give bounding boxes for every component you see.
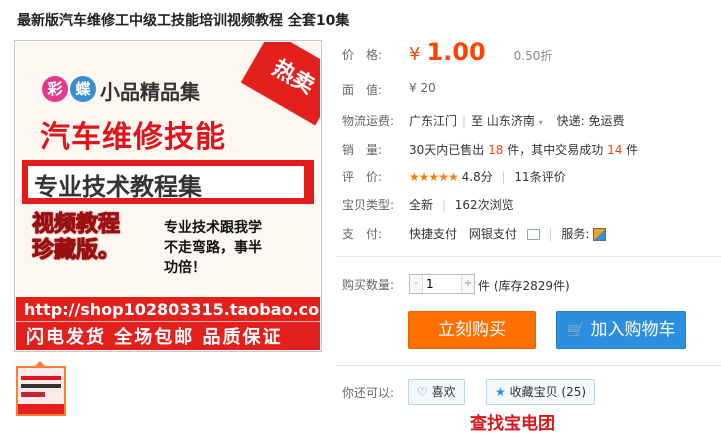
poster-shop-url: http://shop102803315.taobao.com bbox=[24, 300, 320, 319]
price-label: 价 格: bbox=[342, 48, 383, 62]
shipping-fee: 快递: 免运费 bbox=[556, 114, 625, 128]
divider bbox=[336, 365, 721, 366]
separator: | bbox=[548, 227, 553, 241]
quantity-input[interactable] bbox=[424, 275, 464, 293]
currency-symbol: ¥ bbox=[409, 44, 421, 65]
review-count-link[interactable]: 11条评价 bbox=[514, 170, 565, 184]
face-value: ¥ 20 bbox=[409, 81, 436, 95]
shipping-label: 物流运费: bbox=[342, 114, 395, 128]
separator: | bbox=[501, 170, 506, 184]
poster-slogan-1: 专业技术跟我学 bbox=[164, 220, 262, 236]
poster-slogan: 专业技术跟我学 不走弯路，事半 功倍！ bbox=[164, 218, 262, 278]
poster-promises: 闪电发货 全场包邮 品质保证 bbox=[26, 327, 283, 348]
service-label: 服务: bbox=[561, 227, 590, 241]
heart-icon: ♡ bbox=[417, 385, 428, 399]
shipping-from: 广东江门 bbox=[409, 114, 458, 128]
success-count: 14 bbox=[607, 143, 623, 157]
decrement-button[interactable]: - bbox=[410, 275, 423, 293]
shipping-row: 广东江门 | 至 山东济南 ▾ 快递: 免运费 bbox=[409, 112, 624, 129]
thumbnail-line-2 bbox=[21, 384, 61, 388]
type-label: 宝贝类型: bbox=[342, 198, 395, 212]
shipping-destination-select[interactable]: 山东济南 ▾ bbox=[487, 114, 543, 128]
poster-slogan-3: 功倍！ bbox=[164, 260, 206, 276]
favorite-button[interactable]: ★ 收藏宝贝 (25) bbox=[486, 379, 596, 405]
item-condition: 全新 bbox=[409, 198, 434, 212]
thumbnail-image[interactable] bbox=[16, 366, 66, 416]
extras-label: 你还可以: bbox=[342, 386, 395, 400]
payment-row: 快捷支付 网银支付 | 服务: bbox=[409, 225, 607, 242]
rating-stars-icon: ★★★★★ bbox=[409, 170, 459, 184]
quantity-label: 购买数量: bbox=[342, 278, 395, 292]
star-icon: ★ bbox=[495, 385, 506, 399]
poster-divider bbox=[16, 321, 320, 322]
credit-card-icon bbox=[526, 229, 540, 240]
rating-row: ★★★★★ 4.8分 | 11条评价 bbox=[409, 168, 566, 185]
poster-video-line-2: 珍藏版。 bbox=[31, 238, 121, 264]
poster-badge-1: 彩 bbox=[42, 76, 68, 102]
face-value-label: 面 值: bbox=[342, 83, 383, 97]
chevron-down-icon: ▾ bbox=[538, 118, 543, 127]
product-title: 最新版汽车维修工中级工技能培训视频教程 全套10集 bbox=[17, 13, 350, 29]
sales-row: 30天内已售出 18 件，其中交易成功 14 件 bbox=[409, 141, 638, 158]
poster-main-heading: 汽车维修技能 bbox=[40, 120, 226, 155]
payment-method-1: 快捷支付 bbox=[409, 227, 458, 241]
cart-icon: 🛒 bbox=[566, 321, 586, 339]
quantity-stepper: - + bbox=[409, 274, 475, 294]
sales-unit: 件 bbox=[626, 143, 639, 157]
cut-off-text: 查找宝电团 bbox=[470, 414, 555, 434]
rating-score: 4.8分 bbox=[461, 170, 493, 184]
add-to-cart-label: 加入购物车 bbox=[590, 320, 676, 340]
stock-text: 件 (库存2829件) bbox=[478, 279, 570, 293]
thumbnail-line-1 bbox=[21, 376, 61, 380]
add-to-cart-button[interactable]: 🛒 加入购物车 bbox=[556, 311, 686, 349]
service-icon[interactable] bbox=[593, 228, 607, 241]
poster-video-label: 视频教程 珍藏版。 bbox=[31, 212, 121, 264]
poster-slogan-2: 不走弯路，事半 bbox=[164, 240, 262, 256]
divider bbox=[336, 256, 721, 257]
view-count: 162次浏览 bbox=[454, 198, 514, 212]
separator: | bbox=[441, 198, 446, 212]
rating-label: 评 价: bbox=[342, 170, 383, 184]
sales-count: 18 bbox=[488, 143, 504, 157]
poster-video-line-1: 视频教程 bbox=[31, 212, 121, 238]
poster-badge-2: 蝶 bbox=[70, 76, 96, 102]
price-value-row: ¥1.00 0.50折 bbox=[409, 38, 552, 66]
sales-mid: 件，其中交易成功 bbox=[507, 143, 604, 157]
like-label: 喜欢 bbox=[431, 385, 456, 399]
poster-series: 小品精品集 bbox=[100, 80, 200, 104]
shipping-to-label: 至 bbox=[471, 114, 484, 128]
thumbnail-line-3 bbox=[21, 392, 45, 397]
sales-pre: 30天内已售出 bbox=[409, 143, 485, 157]
payment-label: 支 付: bbox=[342, 227, 383, 241]
like-button[interactable]: ♡ 喜欢 bbox=[408, 379, 465, 405]
discount-text: 0.50折 bbox=[513, 49, 553, 63]
payment-method-2: 网银支付 bbox=[468, 227, 517, 241]
shipping-to: 山东济南 bbox=[486, 114, 535, 128]
thumbnail-lower bbox=[18, 404, 64, 414]
favorite-label: 收藏宝贝 (25) bbox=[509, 385, 587, 399]
buy-now-button[interactable]: 立刻购买 bbox=[408, 311, 536, 349]
price-value: 1.00 bbox=[426, 38, 486, 66]
separator: | bbox=[462, 114, 467, 128]
type-row: 全新 | 162次浏览 bbox=[409, 196, 514, 213]
increment-button[interactable]: + bbox=[461, 275, 474, 293]
poster-sub-heading: 专业技术教程集 bbox=[34, 173, 202, 201]
product-main-image[interactable]: 彩 蝶 小品精品集 热卖 汽车维修技能 专业技术教程集 视频教程 珍藏版。 专业… bbox=[14, 40, 322, 352]
sales-label: 销 量: bbox=[342, 143, 383, 157]
